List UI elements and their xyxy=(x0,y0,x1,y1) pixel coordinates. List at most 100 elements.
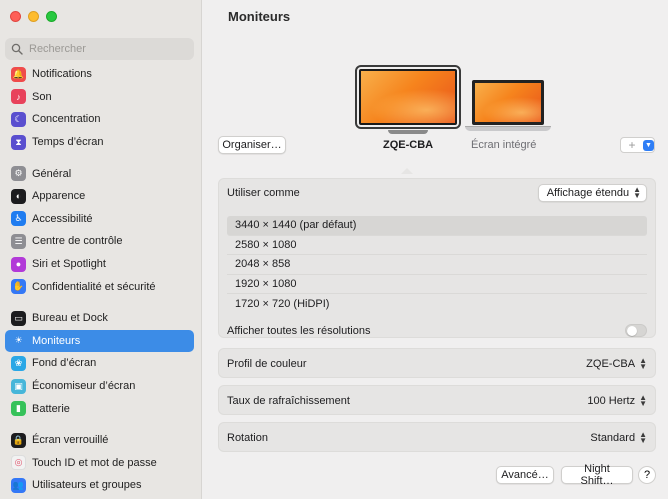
sidebar-item-label: Écran verrouillé xyxy=(32,434,109,447)
sidebar-item-label: Concentration xyxy=(32,113,101,126)
sidebar-item-moniteurs[interactable]: ☀ Moniteurs xyxy=(5,329,194,353)
chevron-down-icon[interactable]: ▼ xyxy=(643,139,654,151)
sidebar-item-confidentialite-et-securite[interactable]: ✋ Confidentialité et sécurité xyxy=(5,275,194,298)
advanced-button[interactable]: Avancé… xyxy=(496,466,554,484)
sidebar-item-label: Siri et Spotlight xyxy=(32,258,106,271)
gear-icon: ⚙ xyxy=(11,166,26,182)
sidebar-item-centre-de-controle[interactable]: ☰ Centre de contrôle xyxy=(5,230,194,253)
hand-icon: ✋ xyxy=(11,279,26,295)
sidebar-item-apparence[interactable]: ◐ Apparence xyxy=(5,185,194,208)
resolution-option[interactable]: 2048 × 858 xyxy=(227,255,647,275)
rotation-panel: Rotation Standard ▲ ▼ xyxy=(218,422,656,452)
organize-button[interactable]: Organiser… xyxy=(218,136,286,154)
moon-icon: ☾ xyxy=(11,111,26,127)
refresh-rate-label: Taux de rafraîchissement xyxy=(227,395,350,407)
sidebar: 🔔 Notifications ♪ Son ☾ Concentration ⧗ Temps d… xyxy=(0,0,202,499)
help-button[interactable]: ? xyxy=(638,466,656,484)
close-window-button[interactable] xyxy=(10,11,21,22)
sidebar-item-label: Centre de contrôle xyxy=(32,235,123,248)
sidebar-item-batterie[interactable]: ▮ Batterie xyxy=(5,397,194,420)
sidebar-item-utilisateurs-et-groupes[interactable]: 👥 Utilisateurs et groupes xyxy=(5,474,194,497)
use-as-value: Affichage étendu xyxy=(546,187,630,199)
color-profile-label: Profil de couleur xyxy=(227,358,307,370)
external-display-label[interactable]: ZQE-CBA xyxy=(383,139,433,151)
selected-display-pointer xyxy=(401,168,413,174)
sidebar-item-label: Notifications xyxy=(32,68,92,81)
main-pane: Moniteurs Organiser… ZQE-CBA Écran intég… xyxy=(202,0,668,499)
resolution-option[interactable]: 1920 × 1080 xyxy=(227,275,647,294)
sidebar-item-label: Apparence xyxy=(32,190,86,203)
sidebar-item-touch-id-et-mot-de-passe[interactable]: ◎ Touch ID et mot de passe xyxy=(5,452,194,475)
sidebar-item-label: Fond d’écran xyxy=(32,357,97,370)
screensaver-icon: ▣ xyxy=(11,378,26,394)
lock-icon: 🔒 xyxy=(11,432,26,448)
color-profile-panel: Profil de couleur ZQE-CBA ▲ ▼ xyxy=(218,348,656,378)
use-as-popup[interactable]: Affichage étendu ▲ ▼ xyxy=(537,184,647,202)
color-profile-value: ZQE-CBA xyxy=(586,358,636,370)
sidebar-item-ecran-verrouille[interactable]: 🔒 Écran verrouillé xyxy=(5,429,194,452)
sidebar-item-fond-d-ecran[interactable]: ❀ Fond d’écran xyxy=(5,352,194,375)
display-settings-panel: Utiliser comme Affichage étendu ▲ ▼ 3440 … xyxy=(218,178,656,338)
night-shift-button[interactable]: Night Shift… xyxy=(561,463,633,487)
zoom-window-button[interactable] xyxy=(46,11,57,22)
sidebar-item-label: Temps d’écran xyxy=(32,136,104,149)
settings-window: 🔔 Notifications ♪ Son ☾ Concentration ⧗ Temps d… xyxy=(0,0,668,499)
rotation-value: Standard xyxy=(590,432,636,444)
sidebar-item-son[interactable]: ♪ Son xyxy=(5,86,194,109)
sidebar-item-label: Général xyxy=(32,167,72,180)
dock-icon: ▭ xyxy=(11,310,26,326)
sidebar-item-label: Moniteurs xyxy=(32,334,81,347)
sidebar-item-label: Touch ID et mot de passe xyxy=(32,456,157,469)
resolution-option[interactable]: 3440 × 1440 (par défaut) xyxy=(227,216,647,236)
resolution-list: 3440 × 1440 (par défaut) 2580 × 1080 2048 … xyxy=(227,216,647,314)
search-box xyxy=(5,38,194,60)
sidebar-item-label: Confidentialité et sécurité xyxy=(32,280,156,293)
search-input[interactable] xyxy=(29,43,179,55)
laptop-base xyxy=(465,126,551,131)
external-display-thumbnail[interactable] xyxy=(355,65,461,129)
sidebar-item-general[interactable]: ⚙ Général xyxy=(5,162,194,185)
sidebar-item-label: Économiseur d’écran xyxy=(32,380,136,393)
monitor-stand xyxy=(388,130,428,134)
refresh-rate-popup[interactable]: 100 Hertz ▲ ▼ xyxy=(587,393,647,408)
updown-chevron-icon: ▲ ▼ xyxy=(639,356,647,371)
rotation-popup[interactable]: Standard ▲ ▼ xyxy=(590,430,647,445)
updown-chevron-icon: ▲ ▼ xyxy=(639,430,647,445)
hourglass-icon: ⧗ xyxy=(11,134,26,150)
add-display-menu[interactable]: + ▼ xyxy=(620,137,655,153)
sidebar-item-notifications[interactable]: 🔔 Notifications xyxy=(5,63,194,86)
sidebar-item-label: Son xyxy=(32,90,52,103)
resolution-option[interactable]: 2580 × 1080 xyxy=(227,236,647,255)
updown-chevron-icon: ▲ ▼ xyxy=(633,185,641,200)
sidebar-item-label: Batterie xyxy=(32,402,70,415)
sidebar-item-label: Bureau et Dock xyxy=(32,312,108,325)
use-as-label: Utiliser comme xyxy=(227,187,300,199)
updown-chevron-icon: ▲ ▼ xyxy=(639,393,647,408)
refresh-rate-value: 100 Hertz xyxy=(587,395,636,407)
bell-icon: 🔔 xyxy=(11,66,26,82)
internal-display-label[interactable]: Écran intégré xyxy=(471,139,536,151)
plus-icon: + xyxy=(628,138,636,152)
flower-icon: ❀ xyxy=(11,355,26,371)
internal-display-thumbnail[interactable] xyxy=(472,80,544,125)
sidebar-item-temps-d-ecran[interactable]: ⧗ Temps d’écran xyxy=(5,131,194,154)
sun-icon: ☀ xyxy=(14,335,23,346)
speaker-icon: ♪ xyxy=(11,89,26,105)
color-profile-popup[interactable]: ZQE-CBA ▲ ▼ xyxy=(586,356,647,371)
show-all-resolutions-toggle[interactable] xyxy=(625,324,647,337)
sidebar-item-bureau-et-dock[interactable]: ▭ Bureau et Dock xyxy=(5,307,194,330)
sidebar-item-concentration[interactable]: ☾ Concentration xyxy=(5,108,194,131)
window-controls xyxy=(10,11,57,22)
battery-icon: ▮ xyxy=(11,401,26,417)
show-all-resolutions-label: Afficher toutes les résolutions xyxy=(227,324,371,337)
sidebar-item-economiseur-d-ecran[interactable]: ▣ Économiseur d’écran xyxy=(5,375,194,398)
sidebar-item-label: Utilisateurs et groupes xyxy=(32,479,142,492)
resolution-option[interactable]: 1720 × 720 (HiDPI) xyxy=(227,294,647,314)
search-icon xyxy=(11,43,23,55)
sidebar-item-accessibilite[interactable]: ♿ Accessibilité xyxy=(5,208,194,231)
rotation-label: Rotation xyxy=(227,432,268,444)
sidebar-item-siri-et-spotlight[interactable]: ● Siri et Spotlight xyxy=(5,253,194,276)
minimize-window-button[interactable] xyxy=(28,11,39,22)
